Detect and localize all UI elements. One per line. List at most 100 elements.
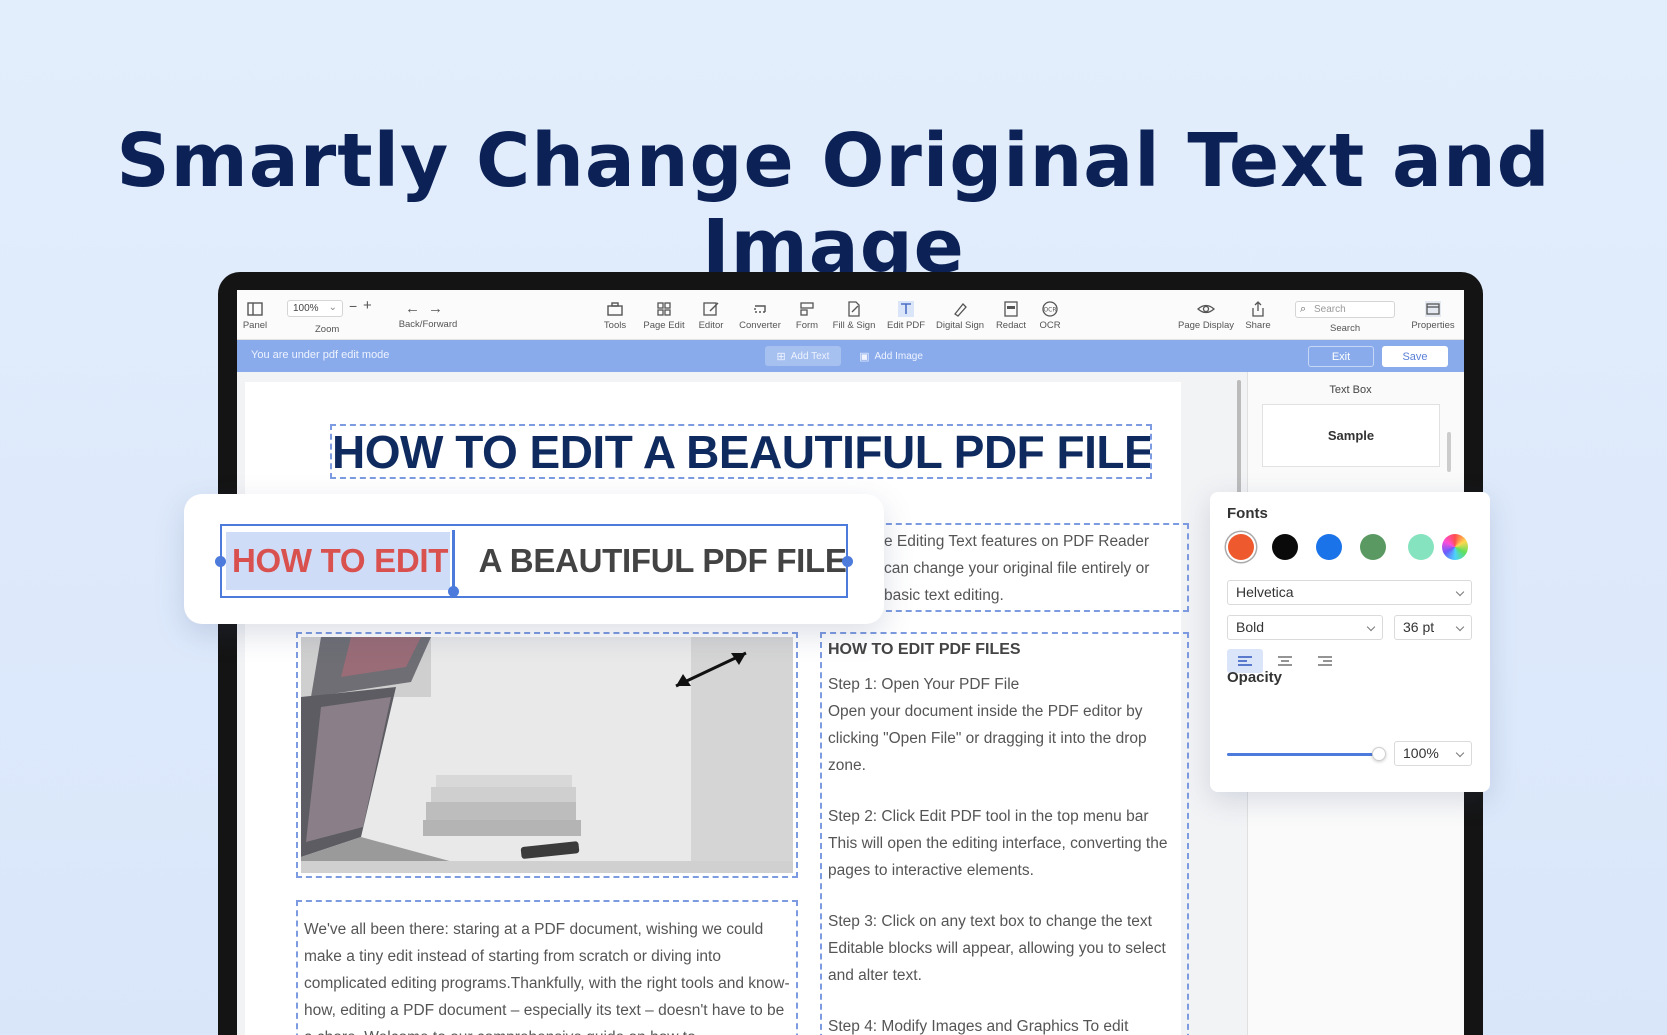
selected-text: HOW TO EDIT <box>232 542 449 579</box>
text-box-title: Text Box <box>1329 384 1372 396</box>
exit-button[interactable]: Exit <box>1308 346 1374 367</box>
add-text-icon: ⊞ <box>776 350 786 363</box>
text-icon <box>898 300 914 317</box>
properties-button[interactable]: Properties <box>1405 290 1461 340</box>
zoom-in-button[interactable]: + <box>363 297 372 314</box>
add-text-label: Add Text <box>790 350 830 362</box>
chevron-down-icon <box>1455 622 1465 632</box>
ocr-icon: OCR <box>1042 300 1058 317</box>
add-image-label: Add Image <box>874 350 923 362</box>
add-image-icon: ▣ <box>859 350 870 363</box>
zoom-out-button[interactable]: − <box>349 298 357 314</box>
tool-digital-sign[interactable]: Digital Sign <box>933 290 987 340</box>
pencil-icon <box>703 301 719 316</box>
panel-button[interactable]: Panel <box>241 290 269 340</box>
step-body: Open your document inside the PDF editor… <box>828 703 1147 774</box>
edit-mode-bar: You are under pdf edit mode ⊞ Add Text ▣… <box>237 340 1464 372</box>
zoom-select[interactable]: 100% ⌄ <box>287 300 343 317</box>
tool-label: Editor <box>698 319 724 331</box>
tool-redact[interactable]: Redact <box>991 290 1031 340</box>
body-paragraph: We've all been there: staring at a PDF d… <box>304 921 790 1035</box>
tool-form[interactable]: Form <box>789 290 825 340</box>
image-frame[interactable] <box>296 632 798 878</box>
properties-label: Properties <box>1411 319 1455 331</box>
tool-ocr[interactable]: OCR OCR <box>1033 290 1067 340</box>
zoom-label: Zoom <box>315 324 340 335</box>
eye-icon <box>1197 304 1215 313</box>
color-swatch-black[interactable] <box>1272 534 1298 560</box>
tool-label: Edit PDF <box>886 319 925 331</box>
editing-textbox[interactable]: HOW TO EDIT A BEAUTIFUL PDF FILE <box>215 524 853 598</box>
font-family-select[interactable]: Helvetica <box>1227 580 1472 605</box>
tool-label: OCR <box>1039 319 1061 331</box>
opacity-slider-knob[interactable] <box>1372 747 1386 761</box>
font-sample-preview: Sample <box>1262 404 1440 467</box>
fonts-heading: Fonts <box>1227 505 1268 522</box>
tool-edit-pdf[interactable]: Edit PDF <box>883 290 929 340</box>
toolbox-icon <box>607 301 623 316</box>
step-body: Editable blocks will appear, allowing yo… <box>828 940 1166 984</box>
color-swatch-orange[interactable] <box>1228 534 1254 560</box>
editing-text[interactable]: HOW TO EDIT A BEAUTIFUL PDF FILE <box>232 542 847 580</box>
font-size-value: 36 pt <box>1403 619 1435 635</box>
tool-converter[interactable]: Converter <box>735 290 785 340</box>
grid-icon <box>657 301 671 316</box>
color-swatch-green[interactable] <box>1360 534 1386 560</box>
document-title-textbox[interactable]: HOW TO EDIT A BEAUTIFUL PDF FILE <box>330 424 1152 479</box>
tool-label: Digital Sign <box>935 319 985 331</box>
search-label: Search <box>1330 323 1361 334</box>
caret-handle[interactable] <box>448 586 459 597</box>
toolbar: Panel 100% ⌄ − + Zoom ←→ Back/Forward Too… <box>237 290 1464 340</box>
chevron-down-icon <box>1455 587 1465 597</box>
color-swatch-blue[interactable] <box>1316 534 1342 560</box>
form-icon <box>800 301 814 316</box>
step-title: Step 1: Open Your PDF File <box>828 676 1020 693</box>
step-body: This will open the editing interface, co… <box>828 835 1168 879</box>
opacity-select[interactable]: 100% <box>1394 741 1472 766</box>
step-title: Step 3: Click on any text box to change … <box>828 913 1152 930</box>
right-resize-handle[interactable] <box>842 556 853 567</box>
back-forward-button[interactable]: ←→ Back/Forward <box>383 290 473 340</box>
add-image-button[interactable]: ▣ Add Image <box>853 346 929 366</box>
convert-icon <box>754 304 766 313</box>
zoom-value: 100% <box>293 303 319 314</box>
opacity-slider[interactable] <box>1227 747 1386 761</box>
add-text-button[interactable]: ⊞ Add Text <box>765 346 841 366</box>
tool-page-edit[interactable]: Page Edit <box>641 290 687 340</box>
share-button[interactable]: Share <box>1241 290 1275 340</box>
font-size-select[interactable]: 36 pt <box>1394 615 1472 640</box>
body-paragraph-textbox[interactable]: We've all been there: staring at a PDF d… <box>296 900 798 1035</box>
tool-editor[interactable]: Editor <box>691 290 731 340</box>
align-right-button[interactable] <box>1307 649 1343 673</box>
panel-scrollbar[interactable] <box>1447 432 1451 472</box>
laptop-photo[interactable] <box>301 637 793 873</box>
left-resize-handle[interactable] <box>215 556 226 567</box>
tool-tools[interactable]: Tools <box>593 290 637 340</box>
intro-line: basic text editing. <box>884 587 1004 604</box>
page-display-label: Page Display <box>1178 319 1234 331</box>
tool-label: Tools <box>603 319 627 331</box>
search-icon: ⌕ <box>1300 303 1307 315</box>
page-display-button[interactable]: Page Display <box>1177 290 1235 340</box>
search-input[interactable]: ⌕ Search <box>1295 301 1395 318</box>
intro-textbox[interactable]: e Editing Text features on PDF Reader ca… <box>876 523 1189 612</box>
color-swatch-mint[interactable] <box>1408 534 1434 560</box>
chevron-down-icon <box>1366 622 1376 632</box>
chevron-down-icon <box>1455 748 1465 758</box>
save-button[interactable]: Save <box>1382 346 1448 367</box>
font-properties-panel: Fonts Helvetica Bold 36 pt Opacity 100% <box>1210 492 1490 792</box>
steps-textbox[interactable]: HOW TO EDIT PDF FILES Step 1: Open Your … <box>820 632 1189 1035</box>
font-weight-select[interactable]: Bold <box>1227 615 1383 640</box>
text-caret <box>452 530 455 592</box>
font-family-value: Helvetica <box>1236 584 1294 600</box>
color-picker-icon[interactable] <box>1442 534 1468 560</box>
properties-icon <box>1425 300 1441 317</box>
edit-mode-status: You are under pdf edit mode <box>251 349 390 361</box>
arrows-icon: ←→ <box>405 300 451 317</box>
step-title: Step 2: Click Edit PDF tool in the top m… <box>828 808 1149 825</box>
svg-text:OCR: OCR <box>1043 306 1056 313</box>
align-right-icon <box>1318 656 1332 666</box>
tool-label: Redact <box>995 319 1027 331</box>
pen-icon <box>954 302 967 317</box>
tool-fill-sign[interactable]: Fill & Sign <box>829 290 879 340</box>
